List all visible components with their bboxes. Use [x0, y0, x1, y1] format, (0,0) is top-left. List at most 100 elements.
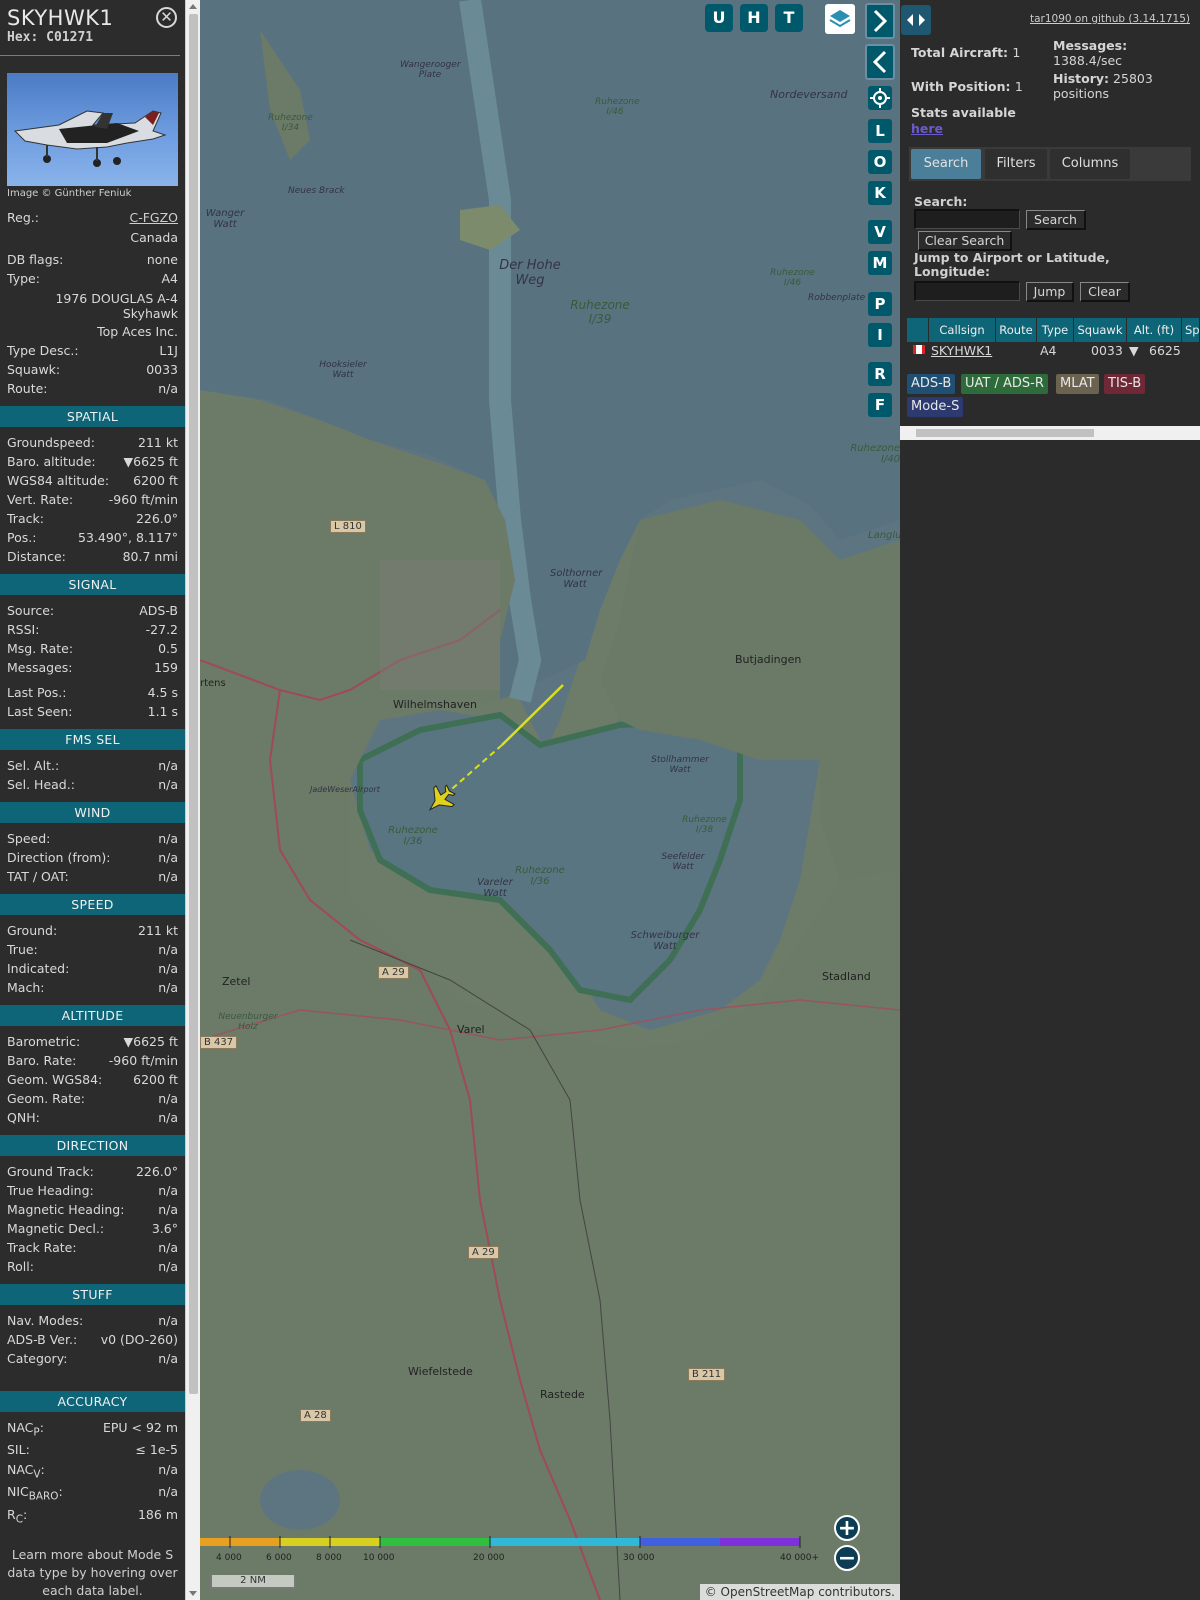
osm-link[interactable]: OpenStreetMap	[721, 1585, 815, 1599]
table-header-flag[interactable]	[907, 318, 929, 342]
map-place-label: Ruhezone I/34	[268, 113, 313, 133]
map-place-label: Ruhezone I/46	[770, 268, 815, 288]
table-row[interactable]: SKYHWK1 A4 0033 ▼ 6625	[907, 340, 1200, 360]
jump-label: Jump to Airport or Latitude, Longitude:	[914, 250, 1110, 279]
button-l[interactable]: L	[868, 119, 892, 143]
zoom-in-icon[interactable]: +	[834, 1515, 860, 1541]
scroll-up-icon[interactable]	[189, 4, 197, 9]
wind-row: Speed: n/a	[7, 831, 178, 846]
signal-row: Source: ADS-B	[7, 603, 178, 618]
accuracy-row: NACV: n/a	[7, 1462, 178, 1481]
direction-row: Magnetic Heading: n/a	[7, 1202, 178, 1217]
layers-icon[interactable]	[825, 4, 855, 34]
altitude-row: Baro. Rate: -960 ft/min	[7, 1053, 178, 1068]
map-place-label: Zetel	[222, 975, 251, 988]
stuff-row: Category: n/a	[7, 1351, 178, 1366]
badge-mlat[interactable]: MLAT	[1056, 374, 1099, 394]
signal-row: Last Seen: 1.1 s	[7, 704, 178, 719]
messages-rate: Messages: 1388.4/sec	[1053, 38, 1128, 68]
with-position: With Position: 1	[911, 79, 1023, 94]
settings-gear-icon[interactable]	[868, 86, 892, 110]
section-stuff[interactable]: STUFF	[0, 1284, 185, 1305]
badge-uat[interactable]: UAT / ADS-R	[961, 374, 1048, 394]
map-place-label: Ruhezone I/46	[595, 97, 640, 117]
button-p[interactable]: P	[868, 292, 892, 316]
search-button[interactable]: Search	[1026, 210, 1086, 230]
row-callsign[interactable]: SKYHWK1	[931, 342, 993, 360]
clear-search-button[interactable]: Clear Search	[918, 231, 1012, 251]
map-road-label: A 29	[378, 966, 409, 979]
aircraft-photo[interactable]	[7, 73, 178, 186]
search-input[interactable]	[914, 209, 1020, 229]
hscroll-thumb[interactable]	[916, 429, 1094, 437]
clear-button[interactable]: Clear	[1080, 282, 1130, 302]
stats-here-link[interactable]: here	[911, 121, 943, 136]
table-horizontal-scrollbar[interactable]	[900, 426, 1200, 440]
jump-input[interactable]	[914, 281, 1020, 301]
direction-row: Magnetic Decl.: 3.6°	[7, 1221, 178, 1236]
tab-search[interactable]: Search	[911, 149, 981, 179]
detail-squawk: Squawk: 0033	[7, 362, 178, 377]
descending-arrow-icon: ▼	[1129, 342, 1139, 360]
button-h[interactable]: H	[740, 4, 768, 32]
close-icon[interactable]: ✕	[156, 7, 177, 28]
infoblock-scrollbar[interactable]	[185, 0, 200, 1600]
button-t[interactable]: T	[775, 4, 803, 32]
accuracy-row: NICBARO: n/a	[7, 1484, 178, 1503]
table-header-alt[interactable]: Alt. (ft)	[1127, 318, 1182, 342]
detail-route: Route: n/a	[7, 381, 178, 396]
button-o[interactable]: O	[868, 150, 892, 174]
map-place-label: Ruhezone I/40	[850, 443, 900, 465]
table-header-callsign[interactable]: Callsign	[929, 318, 996, 342]
button-m[interactable]: M	[868, 251, 892, 275]
section-fms-sel[interactable]: FMS SEL	[0, 729, 185, 750]
button-f[interactable]: F	[868, 393, 892, 417]
github-link[interactable]: tar1090 on github (3.14.1715)	[1030, 13, 1190, 25]
canada-flag-icon	[913, 345, 925, 354]
altitude-scale-label: 30 000	[623, 1553, 655, 1563]
map-place-label: Wilhelmshaven	[393, 698, 477, 711]
detail-dbflags: DB flags: none	[7, 252, 178, 267]
table-header-squawk[interactable]: Squawk	[1074, 318, 1127, 342]
jump-button[interactable]: Jump	[1026, 282, 1074, 302]
badge-modes[interactable]: Mode-S	[907, 397, 964, 417]
section-altitude[interactable]: ALTITUDE	[0, 1005, 185, 1026]
table-header-speed[interactable]: Sp	[1182, 318, 1200, 342]
registration-link[interactable]: C-FGZO	[129, 209, 178, 227]
map-place-label: Ruhezone I/39	[570, 298, 630, 326]
map-place-label: Schweiburger Watt	[630, 930, 700, 952]
badge-tisb[interactable]: TIS-B	[1104, 374, 1146, 394]
detail-model-line2: Skyhawk	[122, 306, 178, 321]
button-v[interactable]: V	[868, 220, 892, 244]
button-i[interactable]: I	[868, 323, 892, 347]
button-u[interactable]: U	[705, 4, 733, 32]
map-place-label: Wangerooger Plate	[400, 60, 461, 80]
learn-more-text: Learn more about Mode S data type by hov…	[7, 1547, 178, 1598]
tab-columns[interactable]: Columns	[1050, 149, 1130, 179]
section-wind[interactable]: WIND	[0, 802, 185, 823]
chevron-right-icon[interactable]	[865, 3, 895, 39]
spatial-row: Groundspeed: 211 kt	[7, 435, 178, 450]
table-header-route[interactable]: Route	[996, 318, 1037, 342]
scrollbar-thumb[interactable]	[189, 14, 198, 1394]
zoom-out-icon[interactable]: −	[834, 1545, 860, 1571]
signal-row: Messages: 159	[7, 660, 178, 675]
table-header-type[interactable]: Type	[1037, 318, 1074, 342]
expand-sidebar-icon[interactable]	[901, 5, 931, 35]
direction-row: True Heading: n/a	[7, 1183, 178, 1198]
button-k[interactable]: K	[868, 181, 892, 205]
section-signal[interactable]: SIGNAL	[0, 574, 185, 595]
section-direction[interactable]: DIRECTION	[0, 1135, 185, 1156]
chevron-left-icon[interactable]	[865, 44, 895, 80]
map-place-label: Neues Brack	[288, 186, 345, 196]
scroll-down-icon[interactable]	[189, 1591, 197, 1596]
section-speed[interactable]: SPEED	[0, 894, 185, 915]
section-spatial[interactable]: SPATIAL	[0, 406, 185, 427]
button-r[interactable]: R	[868, 362, 892, 386]
badge-adsb[interactable]: ADS-B	[907, 374, 956, 394]
map-place-label: Vareler Watt	[477, 877, 513, 899]
tab-filters[interactable]: Filters	[985, 149, 1047, 179]
map-place-label: Neuenburger Holz	[218, 1012, 278, 1032]
map-canvas[interactable]: Wangerooger Plate Nordeversand Ruhezone …	[200, 0, 900, 1600]
section-accuracy[interactable]: ACCURACY	[0, 1391, 185, 1412]
